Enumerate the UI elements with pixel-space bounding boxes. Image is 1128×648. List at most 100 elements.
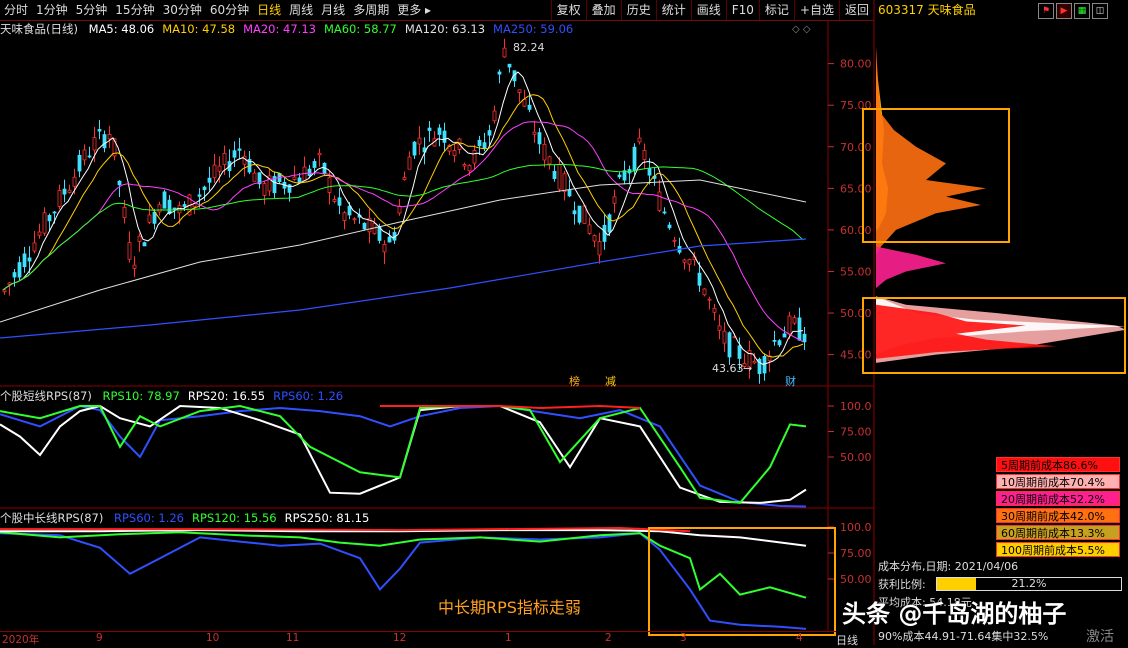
- price-tick-label: 50.00: [840, 307, 872, 320]
- candle-body: [347, 205, 352, 216]
- candle-body: [547, 156, 552, 165]
- candle-body: [777, 340, 782, 346]
- diamond-icon[interactable]: ◇ ◇: [792, 24, 811, 35]
- candle-body: [37, 231, 42, 236]
- candle-body: [297, 177, 302, 183]
- candle-body: [117, 180, 122, 186]
- candle-body: [667, 224, 672, 229]
- candle-body: [312, 161, 317, 168]
- candle-body: [142, 242, 147, 247]
- candle-body: [492, 110, 497, 122]
- candle-body: [167, 199, 172, 215]
- rps-long-header: 个股中长线RPS(87) RPS60: 1.26 RPS120: 15.56 RPS…: [0, 510, 384, 526]
- ma-label-5: MA250: 59.06: [493, 22, 574, 36]
- main-panel-header: 天味食品(日线) MA5: 48.06 MA10: 47.58 MA20: 47.1…: [0, 21, 588, 37]
- cost-legend-5[interactable]: 100周期前成本5.5%: [996, 542, 1120, 557]
- candle-body: [442, 130, 447, 143]
- candle-body: [202, 186, 207, 191]
- rps-short-tick-label: 75.00: [840, 426, 872, 439]
- candle-body: [597, 241, 602, 256]
- candle-body: [217, 165, 222, 172]
- rps-short-label-2: RPS60: 1.26: [273, 389, 344, 403]
- candle-body: [737, 345, 742, 359]
- price-tick-label: 65.00: [840, 182, 872, 195]
- candle-body: [537, 132, 542, 145]
- candle-body: [727, 332, 732, 358]
- candle-body: [787, 315, 792, 335]
- candle-body: [682, 259, 687, 263]
- candle-body: [232, 150, 237, 158]
- ma-label-4: MA120: 63.13: [404, 22, 486, 36]
- candle-body: [417, 137, 422, 145]
- highlight-box-rps: [648, 527, 836, 636]
- candle-body: [782, 333, 787, 338]
- ma20-line: [2, 121, 804, 343]
- candle-body: [772, 340, 777, 342]
- cost-legend-2[interactable]: 20周期前成本52.2%: [996, 491, 1120, 506]
- candle-body: [437, 127, 442, 135]
- cost-profile-2: [876, 246, 946, 289]
- candle-body: [72, 176, 77, 187]
- candle-body: [137, 235, 142, 242]
- rps-long-label-1: RPS120: 15.56: [192, 511, 277, 525]
- rps-long-tick-label: 75.00: [840, 547, 872, 560]
- candle-body: [562, 173, 567, 192]
- cost-legend-1[interactable]: 10周期前成本70.4%: [996, 474, 1120, 489]
- profit-value: 21.2%: [1011, 577, 1047, 590]
- cost-date-line: 成本分布,日期: 2021/04/06: [878, 560, 1019, 573]
- rps-weak-annotation: 中长期RPS指标走弱: [438, 598, 581, 617]
- candle-body: [17, 262, 22, 278]
- candle-body: [487, 130, 492, 136]
- candle-body: [97, 129, 102, 132]
- candle-body: [67, 189, 72, 193]
- rps60-long-line: [0, 532, 807, 630]
- candle-body: [317, 152, 322, 156]
- candle-body: [147, 214, 152, 223]
- candle-body: [412, 141, 417, 156]
- rps-long-title: 个股中长线RPS(87): [0, 511, 104, 525]
- candle-body: [52, 211, 57, 214]
- rps-long-tick-label: 100.0: [840, 521, 872, 534]
- high-price-label: 82.24: [513, 41, 545, 54]
- price-tick-label: 60.00: [840, 224, 872, 237]
- candle-body: [672, 239, 677, 242]
- candle-body: [212, 164, 217, 179]
- cost-legend-0[interactable]: 5周期前成本86.6%: [996, 457, 1120, 472]
- cost-legend-3[interactable]: 30周期前成本42.0%: [996, 508, 1120, 523]
- marker-cai[interactable]: 财: [785, 373, 796, 389]
- candle-body: [527, 104, 532, 110]
- cost-profile-1: [876, 47, 986, 255]
- candle-body: [752, 360, 757, 364]
- ma-label-1: MA10: 47.58: [162, 22, 236, 36]
- candle-body: [262, 183, 267, 196]
- candle-body: [717, 325, 722, 331]
- cost-legend-4[interactable]: 60周期前成本13.3%: [996, 525, 1120, 540]
- candle-body: [707, 298, 712, 301]
- candle-body: [477, 139, 482, 147]
- profit-label: 获利比例:: [878, 578, 926, 591]
- candle-body: [617, 174, 622, 178]
- candle-body: [592, 235, 597, 242]
- candle-body: [722, 330, 727, 344]
- candle-body: [517, 89, 522, 93]
- marker-jian[interactable]: 减: [605, 373, 616, 389]
- candle-body: [712, 307, 717, 313]
- ma-label-3: MA60: 58.77: [323, 22, 397, 36]
- candle-body: [572, 210, 577, 215]
- candle-body: [522, 98, 527, 107]
- rps-short-header: 个股短线RPS(87) RPS10: 78.97 RPS20: 16.55 RPS6…: [0, 388, 358, 404]
- rps-long-tick-label: 50.00: [840, 573, 872, 586]
- candle-body: [577, 205, 582, 223]
- candle-body: [402, 177, 407, 180]
- rps-long-label-0: RPS60: 1.26: [114, 511, 184, 525]
- kline-chart: 80.00 75.00 70.00 65.00 60.00 55.00 50.00 45.00…: [0, 0, 1126, 645]
- marker-bang[interactable]: 榜: [569, 373, 580, 389]
- candle-body: [12, 272, 17, 278]
- candle-body: [407, 156, 412, 170]
- rps-short-label-1: RPS20: 16.55: [187, 389, 266, 403]
- rps-short-tick-label: 50.00: [840, 451, 872, 464]
- candle-body: [452, 150, 457, 157]
- period-tag[interactable]: 日线: [836, 632, 858, 648]
- rps-long-label-2: RPS250: 81.15: [284, 511, 370, 525]
- candle-body: [792, 317, 797, 324]
